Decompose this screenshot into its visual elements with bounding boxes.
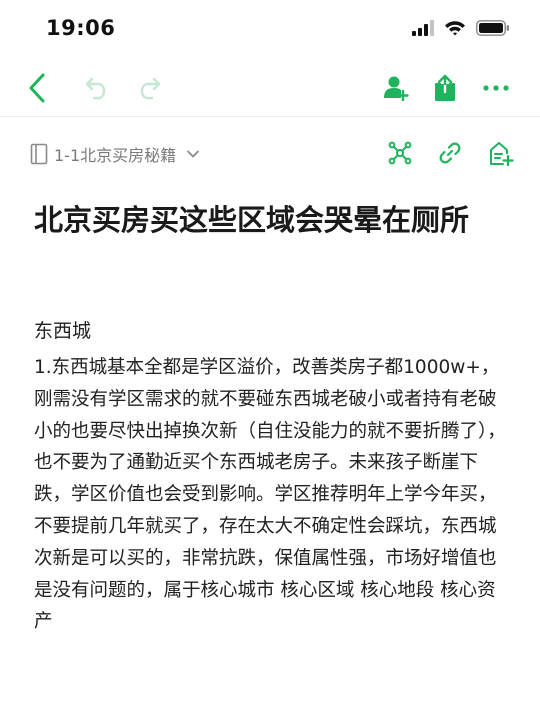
status-bar: 19:06 <box>0 0 540 56</box>
toolbar-divider <box>0 116 540 117</box>
more-button[interactable] <box>480 62 512 114</box>
more-icon <box>483 85 509 91</box>
back-button[interactable] <box>22 62 52 114</box>
battery-icon <box>476 20 509 36</box>
section-heading[interactable]: 东西城 <box>34 316 91 346</box>
add-page-icon[interactable] <box>488 140 514 166</box>
body-paragraph[interactable]: 1.东西城基本全都是学区溢价，改善类房子都1000w+，刚需没有学区需求的就不要… <box>34 352 508 638</box>
doc-header-row: 1-1北京买房秘籍 <box>0 136 540 176</box>
status-time: 19:06 <box>46 16 116 40</box>
back-icon <box>29 73 45 103</box>
breadcrumb-label: 1-1北京买房秘籍 <box>54 146 177 165</box>
breadcrumb[interactable]: 1-1北京买房秘籍 <box>30 142 200 166</box>
document-icon <box>30 143 48 165</box>
mind-map-icon[interactable] <box>388 141 412 165</box>
status-icons <box>412 20 510 36</box>
link-icon[interactable] <box>438 141 462 165</box>
chevron-down-icon <box>187 150 200 158</box>
redo-icon <box>140 77 161 100</box>
wifi-icon <box>445 21 465 36</box>
add-collaborator-icon <box>384 76 409 101</box>
cellular-signal-icon <box>412 20 434 36</box>
page-title[interactable]: 北京买房买这些区域会哭晕在厕所 <box>34 200 504 240</box>
share-button[interactable] <box>430 62 460 114</box>
add-collaborator-button[interactable] <box>382 62 412 114</box>
undo-button[interactable] <box>84 62 112 114</box>
top-toolbar <box>0 62 540 114</box>
share-icon <box>435 74 455 101</box>
redo-button[interactable] <box>134 62 162 114</box>
doc-actions <box>388 140 514 166</box>
undo-icon <box>85 77 106 100</box>
